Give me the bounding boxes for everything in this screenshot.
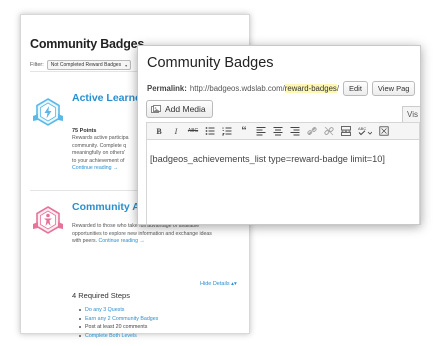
step-item: Post at least 20 comments (79, 323, 158, 332)
continue-reading-link[interactable]: Continue reading → (99, 238, 145, 244)
svg-text:ABC: ABC (358, 126, 366, 131)
bullet-list-icon[interactable] (202, 124, 218, 138)
hide-details-toggle[interactable]: Hide Details ▴▾ (200, 281, 237, 287)
editor-content-area[interactable] (146, 140, 420, 224)
filter-label: Filter: (30, 62, 44, 68)
align-center-icon[interactable] (270, 124, 286, 138)
continue-reading-link[interactable]: Continue reading → (72, 165, 118, 171)
numbered-list-icon[interactable] (219, 124, 235, 138)
filter-bar: Filter: Not Completed Reward Badges ▾ (30, 60, 132, 70)
badge-title-active-learner[interactable]: Active Learne (72, 92, 141, 104)
permalink-end: / (336, 84, 339, 93)
unlink-icon[interactable] (321, 124, 337, 138)
step-item[interactable]: Do any 3 Quests (79, 306, 158, 315)
permalink-base: http://badgeos.wdslab.com/ (189, 84, 285, 93)
badge-person-icon[interactable] (33, 205, 63, 235)
step-item[interactable]: Complete Both Levels (79, 332, 158, 341)
filter-select[interactable]: Not Completed Reward Badges ▾ (46, 60, 132, 70)
read-more-icon[interactable] (338, 124, 354, 138)
required-steps-list: Do any 3 Quests Earn any 2 Community Bad… (79, 306, 158, 340)
add-media-button[interactable]: Add Media (146, 100, 213, 118)
add-media-icon (151, 104, 161, 113)
add-media-label: Add Media (165, 104, 206, 114)
blockquote-icon[interactable]: “ (236, 124, 252, 138)
description-line: opportunities to explore new information… (72, 230, 212, 237)
align-right-icon[interactable] (287, 124, 303, 138)
link-icon[interactable] (304, 124, 320, 138)
badge-points: 75 Points (72, 128, 97, 134)
editor-toolbar: B I ABC “ ABC (146, 122, 420, 140)
fullscreen-icon[interactable] (376, 124, 392, 138)
post-editor-window: Community Badges Permalink: http://badge… (137, 45, 421, 225)
required-steps-heading: 4 Required Steps (72, 291, 130, 300)
description-line: community. Complete q (72, 142, 127, 149)
bold-icon[interactable]: B (151, 124, 167, 138)
permalink-slug[interactable]: reward-badges (284, 84, 337, 93)
align-left-icon[interactable] (253, 124, 269, 138)
description-line: Rewards active participa (72, 135, 129, 141)
listing-title: Community Badges (30, 37, 145, 51)
badge-lightning-icon[interactable] (33, 97, 63, 127)
spellcheck-icon[interactable]: ABC (355, 124, 375, 138)
description-line: with peers. (72, 238, 98, 245)
strikethrough-icon[interactable]: ABC (185, 124, 201, 138)
permalink-row: Permalink: http://badgeos.wdslab.com/rew… (147, 81, 416, 96)
description-line: meaningfully on others' (72, 150, 126, 157)
view-page-button[interactable]: View Pag (371, 81, 416, 96)
italic-icon[interactable]: I (168, 124, 184, 138)
permalink-label: Permalink: (147, 84, 187, 93)
edit-permalink-button[interactable]: Edit (342, 81, 368, 96)
shortcode-content[interactable]: [badgeos_achievements_list type=reward-b… (150, 154, 385, 164)
post-title-field[interactable]: Community Badges (147, 55, 274, 71)
step-item[interactable]: Earn any 2 Community Badges (79, 315, 158, 324)
filter-select-value: Not Completed Reward Badges (50, 62, 122, 68)
badge-description: Rewards active participa community. Comp… (72, 135, 129, 173)
chevron-down-icon: ▾ (125, 62, 128, 68)
badge-description: Rewarded to those who take full advantag… (72, 223, 212, 246)
description-line: to your achievement of (72, 157, 125, 164)
tab-visual[interactable]: Vis (402, 106, 420, 123)
badge-title-community[interactable]: Community A (72, 201, 140, 213)
